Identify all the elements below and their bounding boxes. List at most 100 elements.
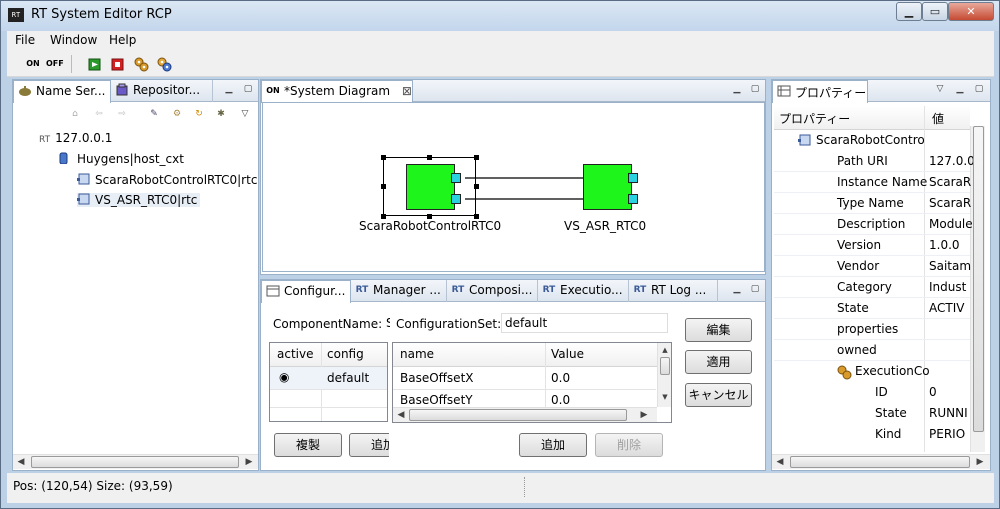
execution-context-property-row[interactable]: ID 0	[774, 382, 970, 403]
property-row[interactable]: Path URI 127.0.0	[774, 151, 973, 172]
minimize-view-icon[interactable]: ▁	[731, 83, 743, 95]
property-row[interactable]: Type Name ScaraR	[774, 193, 971, 214]
property-row[interactable]: Instance Name ScaraR	[774, 172, 971, 193]
component-name-field[interactable]: S	[385, 313, 391, 333]
resize-handle[interactable]	[427, 155, 432, 160]
all-on-icon[interactable]: ON	[25, 56, 41, 72]
restore-button[interactable]: ▭	[922, 2, 948, 21]
deactivate-icon[interactable]	[110, 56, 126, 72]
property-row[interactable]: State ACTIV	[774, 298, 970, 319]
apply-button[interactable]: 適用	[685, 350, 752, 374]
resize-handle[interactable]	[381, 155, 386, 160]
property-row[interactable]: Vendor Saitam	[774, 256, 971, 277]
refresh-icon[interactable]: ↻	[193, 108, 205, 120]
back-icon[interactable]: ⇦	[93, 108, 105, 120]
view-menu-chevron-down-icon[interactable]: ▽	[934, 83, 946, 95]
scroll-down-icon[interactable]: ▼	[659, 391, 671, 403]
property-row[interactable]: properties	[774, 319, 970, 340]
scroll-right-icon[interactable]: ▶	[243, 456, 255, 468]
scroll-right-icon[interactable]: ▶	[974, 456, 986, 468]
activate-icon[interactable]	[87, 56, 103, 72]
tree-host-context[interactable]: Huygens|host_cxt	[59, 152, 184, 166]
config-gear-alt-icon[interactable]	[156, 56, 172, 72]
scroll-left-icon[interactable]: ◀	[15, 456, 27, 468]
minimize-view-icon[interactable]: ▁	[731, 283, 743, 295]
port-vs-asr-2[interactable]	[628, 194, 638, 204]
properties-horizontal-scrollbar[interactable]: ◀ ▶	[772, 454, 990, 469]
menu-file[interactable]: File	[15, 33, 35, 47]
active-radio[interactable]: ◉	[279, 370, 289, 384]
menu-window[interactable]: Window	[50, 33, 97, 47]
tree-item-scara[interactable]: ScaraRobotControlRTC0|rtc	[77, 173, 257, 187]
add-set-button[interactable]: 追加	[349, 433, 389, 457]
port-scara-1[interactable]	[451, 173, 461, 183]
property-row[interactable]: Category Indust	[774, 277, 970, 298]
property-row[interactable]: Description Module	[774, 214, 973, 235]
configuration-set-field[interactable]: default	[501, 313, 668, 333]
tree-scroll-thumb[interactable]	[31, 456, 239, 468]
minimize-view-icon[interactable]: ▁	[223, 83, 235, 95]
property-root-row[interactable]: ScaraRobotContro	[774, 130, 970, 151]
minimize-button[interactable]: ▁	[896, 2, 922, 21]
tab-repository[interactable]: Repositor...	[111, 80, 213, 102]
property-row[interactable]: Version 1.0.0	[774, 235, 970, 256]
execution-context-property-row[interactable]: State RUNNI	[774, 403, 970, 424]
filter-icon[interactable]: ✱	[215, 108, 227, 120]
tab-name-service[interactable]: Name Ser...	[13, 80, 111, 103]
table-row[interactable]: BaseOffsetX 0.0	[393, 367, 656, 389]
delete-param-button[interactable]: 削除	[595, 433, 663, 457]
home-icon[interactable]: ⌂	[69, 108, 81, 120]
port-vs-asr-1[interactable]	[628, 173, 638, 183]
menu-help[interactable]: Help	[109, 33, 136, 47]
resize-handle[interactable]	[381, 184, 386, 189]
copy-set-button[interactable]: 複製	[274, 433, 342, 457]
forward-icon[interactable]: ⇨	[116, 108, 128, 120]
edit-button[interactable]: 編集	[685, 318, 752, 342]
property-row[interactable]: owned	[774, 340, 970, 361]
maximize-view-icon[interactable]: ▢	[973, 83, 985, 95]
scroll-left-icon[interactable]: ◀	[774, 456, 786, 468]
params-vertical-scrollbar[interactable]: ▲ ▼	[657, 343, 671, 407]
params-vscroll-thumb[interactable]	[660, 357, 670, 375]
tree-horizontal-scrollbar[interactable]: ◀ ▶	[13, 454, 258, 469]
maximize-view-icon[interactable]: ▢	[749, 83, 761, 95]
cancel-button[interactable]: キャンセル	[685, 383, 752, 407]
scroll-right-icon[interactable]: ▶	[638, 409, 650, 421]
all-off-icon[interactable]: OFF	[46, 56, 64, 72]
resize-handle[interactable]	[474, 184, 479, 189]
scroll-up-icon[interactable]: ▲	[659, 344, 671, 356]
param-value-cell[interactable]: 0.0	[551, 393, 570, 407]
properties-hscroll-thumb[interactable]	[790, 456, 970, 468]
table-row[interactable]: ◉ default	[270, 367, 387, 389]
scroll-left-icon[interactable]: ◀	[395, 409, 407, 421]
tab-configuration[interactable]: Configur...	[261, 280, 351, 303]
component-scara[interactable]	[406, 164, 455, 210]
config-gear-icon[interactable]	[133, 56, 149, 72]
close-window-button[interactable]: ✕	[948, 2, 994, 21]
diagram-canvas[interactable]: ScaraRobotControlRTC0 VS_ASR_RTC0	[262, 102, 765, 272]
tab-rt-log[interactable]: RT RT Log ...	[629, 280, 718, 302]
param-value-cell[interactable]: 0.0	[551, 371, 570, 385]
edit-icon[interactable]: ✎	[148, 108, 160, 120]
connect-icon[interactable]: ⚙	[171, 108, 183, 120]
resize-handle[interactable]	[474, 155, 479, 160]
view-menu-chevron-down-icon[interactable]: ▽	[239, 108, 251, 120]
maximize-view-icon[interactable]: ▢	[749, 283, 761, 295]
tab-system-diagram[interactable]: ON *System Diagram ⊠	[261, 80, 413, 103]
execution-context-property-row[interactable]: Kind PERIO	[774, 424, 970, 445]
params-hscroll-thumb[interactable]	[409, 409, 627, 421]
component-vs-asr[interactable]	[583, 164, 632, 210]
tree-root[interactable]: RT 127.0.0.1	[39, 131, 112, 145]
tab-composite[interactable]: RT Composi...	[447, 280, 538, 302]
tab-properties[interactable]: プロパティー	[772, 80, 868, 103]
tab-manager[interactable]: RT Manager ...	[351, 280, 447, 302]
params-horizontal-scrollbar[interactable]: ◀ ▶	[393, 407, 657, 422]
minimize-view-icon[interactable]: ▁	[954, 83, 966, 95]
tree-item-vs-asr[interactable]: VS_ASR_RTC0|rtc	[77, 193, 201, 207]
maximize-view-icon[interactable]: ▢	[242, 83, 254, 95]
execution-context-row[interactable]: ExecutionCo	[774, 361, 970, 382]
tab-execution[interactable]: RT Executio...	[538, 280, 629, 302]
properties-vscroll-thumb[interactable]	[973, 126, 984, 432]
port-scara-2[interactable]	[451, 194, 461, 204]
close-tab-icon[interactable]: ⊠	[402, 84, 412, 98]
